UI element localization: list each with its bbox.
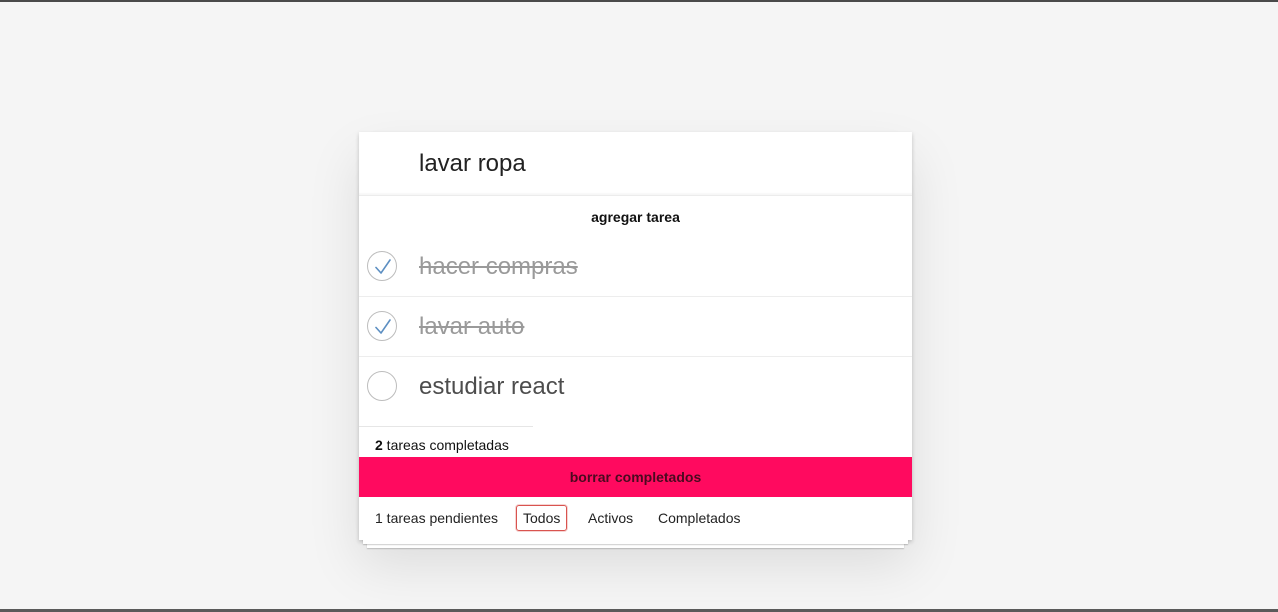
- filter-active[interactable]: Activos: [581, 505, 640, 531]
- todo-list: hacer compras lavar auto estudiar react: [359, 237, 912, 416]
- clear-completed-button[interactable]: borrar completados: [359, 457, 912, 497]
- todo-toggle-checkbox[interactable]: [367, 371, 397, 401]
- todo-label: hacer compras: [419, 253, 578, 280]
- add-task-button[interactable]: agregar tarea: [359, 197, 912, 237]
- todo-app: agregar tarea hacer compras lavar auto: [359, 132, 912, 540]
- todo-label: lavar auto: [419, 313, 525, 340]
- checkmark-icon: [375, 319, 391, 334]
- new-todo-input[interactable]: [359, 132, 912, 196]
- completed-count-number: 2: [375, 437, 383, 453]
- todo-label: estudiar react: [419, 373, 565, 400]
- todo-app-card: agregar tarea hacer compras lavar auto: [359, 132, 912, 548]
- todo-toggle-checkbox[interactable]: [367, 311, 397, 341]
- todo-item: estudiar react: [359, 357, 912, 416]
- filter-all[interactable]: Todos: [516, 505, 568, 531]
- filter-completed[interactable]: Completados: [651, 505, 748, 531]
- todo-footer: 1 tareas pendientes Todos Activos Comple…: [359, 497, 912, 540]
- checkmark-icon: [375, 259, 391, 274]
- completed-count-label: tareas completadas: [382, 437, 509, 453]
- pending-count: 1 tareas pendientes: [375, 510, 498, 526]
- divider: [359, 426, 533, 427]
- todo-item: lavar auto: [359, 297, 912, 357]
- todo-item: hacer compras: [359, 237, 912, 297]
- todo-toggle-checkbox[interactable]: [367, 251, 397, 281]
- completed-count: 2 tareas completadas: [375, 437, 509, 453]
- window-top-border: [0, 0, 1278, 2]
